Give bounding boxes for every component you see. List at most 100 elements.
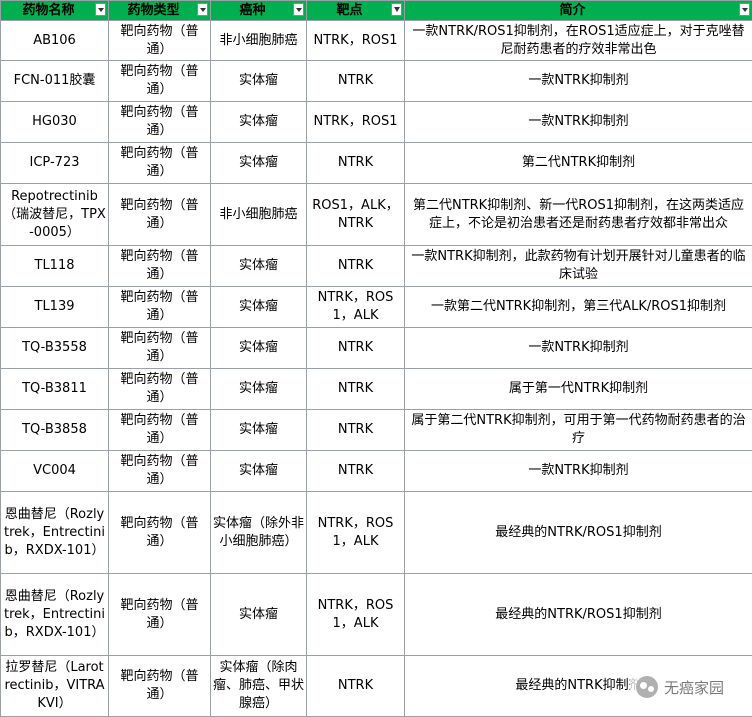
cell-cancer-type[interactable]: 实体瘤（除外非小细胞肺癌）: [211, 492, 307, 574]
cell-description[interactable]: 第二代NTRK抑制剂、新一代ROS1抑制剂，在这两类适应症上，不论是初治患者还是…: [405, 184, 752, 246]
cell-target[interactable]: NTRK，ROS1: [307, 102, 405, 143]
cell-target[interactable]: NTRK: [307, 656, 405, 717]
cell-cancer-type[interactable]: 实体瘤: [211, 246, 307, 287]
filter-dropdown-button[interactable]: [95, 3, 106, 16]
filter-dropdown-button[interactable]: [293, 3, 304, 16]
cell-drug-type[interactable]: 靶向药物（普通）: [109, 143, 211, 184]
chevron-down-icon: [98, 8, 104, 12]
table-row: TQ-B3858靶向药物（普通）实体瘤NTRK属于第二代NTRK抑制剂，可用于第…: [1, 410, 752, 451]
header-cancer-type: 癌种: [211, 1, 307, 21]
header-row: 药物名称 药物类型 癌种 靶点 简介: [1, 1, 752, 21]
cell-target[interactable]: NTRK，ROS1，ALK: [307, 492, 405, 574]
table-row: TQ-B3558靶向药物（普通）实体瘤NTRK一款NTRK抑制剂: [1, 328, 752, 369]
cell-description[interactable]: 一款第二代NTRK抑制剂，第三代ALK/ROS1抑制剂: [405, 287, 752, 328]
cell-drug-type[interactable]: 靶向药物（普通）: [109, 656, 211, 717]
cell-target[interactable]: NTRK: [307, 246, 405, 287]
cell-cancer-type[interactable]: 实体瘤: [211, 574, 307, 656]
cell-target[interactable]: NTRK，ROS1，ALK: [307, 574, 405, 656]
cell-target[interactable]: NTRK，ROS1: [307, 21, 405, 61]
table-row: VC004靶向药物（普通）实体瘤NTRK一款NTRK抑制剂: [1, 451, 752, 492]
cell-drug-name[interactable]: TQ-B3811: [1, 369, 109, 410]
header-description: 简介: [405, 1, 752, 21]
header-label: 药物名称: [22, 2, 74, 20]
table-row: FCN-011胶囊靶向药物（普通）实体瘤NTRK一款NTRK抑制剂: [1, 61, 752, 102]
cell-drug-type[interactable]: 靶向药物（普通）: [109, 492, 211, 574]
watermark: 无癌家园: [630, 674, 730, 700]
cell-description[interactable]: 一款NTRK抑制剂: [405, 102, 752, 143]
cell-drug-name[interactable]: TL139: [1, 287, 109, 328]
table-row: Repotrectinib（瑞波替尼，TPX-0005）靶向药物（普通）非小细胞…: [1, 184, 752, 246]
cell-drug-name[interactable]: Repotrectinib（瑞波替尼，TPX-0005）: [1, 184, 109, 246]
filter-dropdown-button[interactable]: [197, 3, 208, 16]
cell-description[interactable]: 最经典的NTRK/ROS1抑制剂: [405, 574, 752, 656]
table-row: 恩曲替尼（Rozlytrek，Entrectinib，RXDX-101）靶向药物…: [1, 492, 752, 574]
header-drug-type: 药物类型: [109, 1, 211, 21]
cell-drug-name[interactable]: 恩曲替尼（Rozlytrek，Entrectinib，RXDX-101）: [1, 492, 109, 574]
cell-drug-name[interactable]: TQ-B3558: [1, 328, 109, 369]
cell-target[interactable]: NTRK: [307, 328, 405, 369]
cell-target[interactable]: NTRK: [307, 369, 405, 410]
drug-table: 药物名称药物类型癌种靶点简介 AB106靶向药物（普通）非小细胞肺癌NTRK，R…: [0, 0, 752, 717]
header-label: 癌种: [239, 2, 265, 20]
cell-drug-type[interactable]: 靶向药物（普通）: [109, 574, 211, 656]
cell-drug-name[interactable]: AB106: [1, 21, 109, 61]
cell-target[interactable]: NTRK: [307, 451, 405, 492]
cell-target[interactable]: ROS1，ALK，NTRK: [307, 184, 405, 246]
cell-drug-name[interactable]: 恩曲替尼（Rozlytrek，Entrectinib，RXDX-101）: [1, 574, 109, 656]
cell-description[interactable]: 最经典的NTRK/ROS1抑制剂: [405, 492, 752, 574]
cell-drug-name[interactable]: 拉罗替尼（Larotrectinib，VITRAKVI）: [1, 656, 109, 717]
cell-drug-name[interactable]: TL118: [1, 246, 109, 287]
cell-target[interactable]: NTRK: [307, 143, 405, 184]
cell-cancer-type[interactable]: 实体瘤: [211, 102, 307, 143]
cell-drug-type[interactable]: 靶向药物（普通）: [109, 61, 211, 102]
cell-target[interactable]: NTRK: [307, 410, 405, 451]
cell-drug-type[interactable]: 靶向药物（普通）: [109, 328, 211, 369]
watermark-text: 无癌家园: [664, 677, 724, 698]
cell-cancer-type[interactable]: 实体瘤: [211, 410, 307, 451]
chevron-down-icon: [742, 8, 748, 12]
cell-drug-type[interactable]: 靶向药物（普通）: [109, 21, 211, 61]
cell-drug-type[interactable]: 靶向药物（普通）: [109, 246, 211, 287]
cell-description[interactable]: 一款NTRK抑制剂，此款药物有计划开展针对儿童患者的临床试验: [405, 246, 752, 287]
cell-cancer-type[interactable]: 实体瘤: [211, 451, 307, 492]
cell-target[interactable]: NTRK，ROS1，ALK: [307, 287, 405, 328]
cell-drug-type[interactable]: 靶向药物（普通）: [109, 410, 211, 451]
cell-drug-name[interactable]: HG030: [1, 102, 109, 143]
cell-description[interactable]: 第二代NTRK抑制剂: [405, 143, 752, 184]
cell-drug-name[interactable]: FCN-011胶囊: [1, 61, 109, 102]
cell-cancer-type[interactable]: 实体瘤: [211, 369, 307, 410]
cell-cancer-type[interactable]: 实体瘤: [211, 143, 307, 184]
cell-description[interactable]: 属于第二代NTRK抑制剂，可用于第一代药物耐药患者的治疗: [405, 410, 752, 451]
cell-cancer-type[interactable]: 实体瘤: [211, 328, 307, 369]
cell-drug-name[interactable]: ICP-723: [1, 143, 109, 184]
header-drug-name: 药物名称: [1, 1, 109, 21]
cell-cancer-type[interactable]: 实体瘤: [211, 287, 307, 328]
cell-cancer-type[interactable]: 非小细胞肺癌: [211, 21, 307, 61]
header-label: 靶点: [336, 2, 362, 20]
cell-drug-type[interactable]: 靶向药物（普通）: [109, 184, 211, 246]
cell-cancer-type[interactable]: 实体瘤: [211, 61, 307, 102]
cell-drug-name[interactable]: TQ-B3858: [1, 410, 109, 451]
cell-drug-type[interactable]: 靶向药物（普通）: [109, 451, 211, 492]
cell-drug-type[interactable]: 靶向药物（普通）: [109, 287, 211, 328]
table-row: TL139靶向药物（普通）实体瘤NTRK，ROS1，ALK一款第二代NTRK抑制…: [1, 287, 752, 328]
wechat-icon: [636, 676, 658, 698]
cell-cancer-type[interactable]: 非小细胞肺癌: [211, 184, 307, 246]
chevron-down-icon: [296, 8, 302, 12]
cell-target[interactable]: NTRK: [307, 61, 405, 102]
cell-drug-type[interactable]: 靶向药物（普通）: [109, 369, 211, 410]
table-body: AB106靶向药物（普通）非小细胞肺癌NTRK，ROS1一款NTRK/ROS1抑…: [1, 21, 752, 717]
table-row: TQ-B3811靶向药物（普通）实体瘤NTRK属于第一代NTRK抑制剂: [1, 369, 752, 410]
cell-description[interactable]: 一款NTRK抑制剂: [405, 451, 752, 492]
cell-drug-type[interactable]: 靶向药物（普通）: [109, 102, 211, 143]
funnel-icon: [394, 7, 400, 12]
cell-cancer-type[interactable]: 实体瘤（除肉瘤、肺癌、甲状腺癌）: [211, 656, 307, 717]
header-label: 简介: [559, 2, 585, 20]
cell-description[interactable]: 一款NTRK抑制剂: [405, 328, 752, 369]
cell-description[interactable]: 一款NTRK抑制剂: [405, 61, 752, 102]
filter-dropdown-button[interactable]: [739, 3, 750, 16]
cell-description[interactable]: 属于第一代NTRK抑制剂: [405, 369, 752, 410]
filter-active-button[interactable]: [391, 3, 402, 16]
cell-description[interactable]: 一款NTRK/ROS1抑制剂，在ROS1适应症上，对于克唑替尼耐药患者的疗效非常…: [405, 21, 752, 61]
cell-drug-name[interactable]: VC004: [1, 451, 109, 492]
